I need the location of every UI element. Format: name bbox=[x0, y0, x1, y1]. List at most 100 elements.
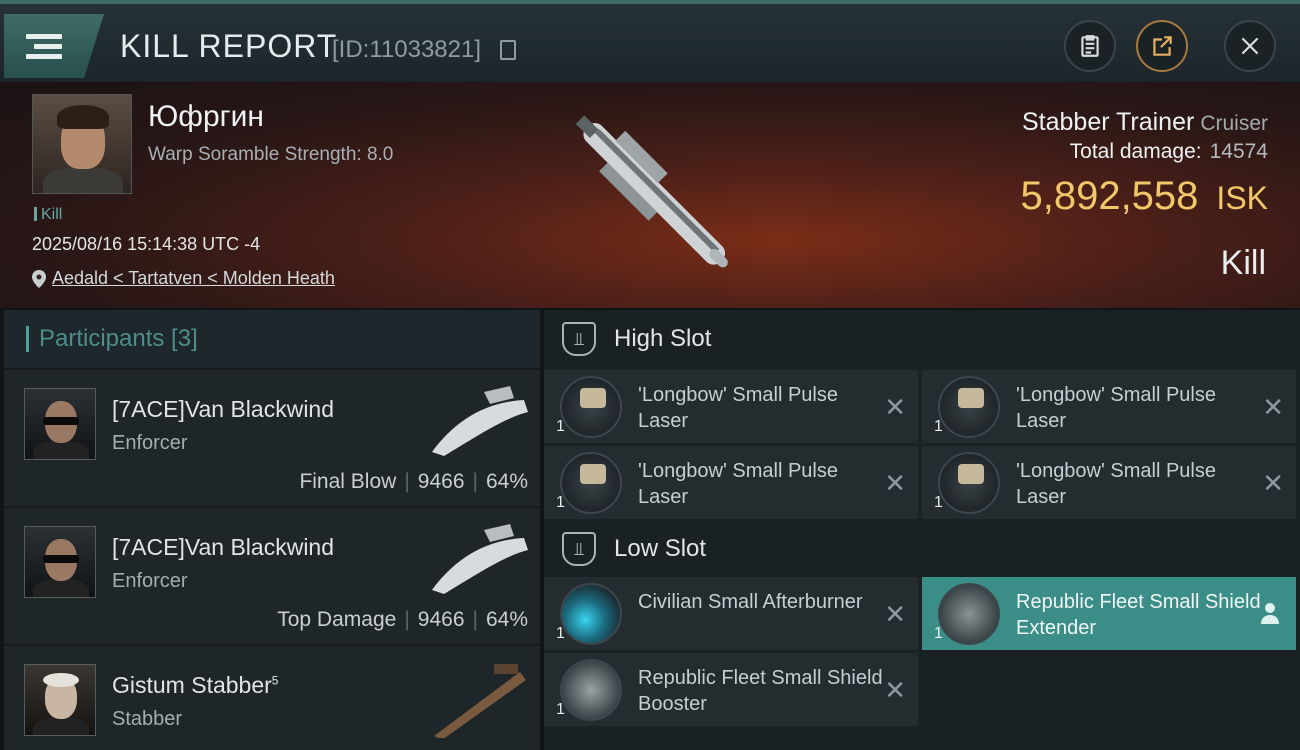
module-quantity: 1 bbox=[556, 701, 565, 718]
participant-ship: Enforcer bbox=[112, 432, 188, 454]
menu-button[interactable] bbox=[4, 14, 104, 78]
low-slot-icon: ⫫ bbox=[562, 532, 596, 566]
close-button[interactable] bbox=[1224, 20, 1276, 72]
report-id: [ID:11033821] bbox=[332, 36, 482, 63]
module-name: 'Longbow' Small Pulse Laser bbox=[1016, 460, 1216, 508]
participant-damage: 9466 bbox=[417, 608, 465, 631]
dropped-by-user-icon[interactable] bbox=[1260, 601, 1280, 625]
participant-label: Final Blow bbox=[299, 470, 397, 493]
isk-currency: ISK bbox=[1216, 180, 1268, 216]
low-slot-header: ⫫ Low Slot bbox=[544, 520, 1300, 578]
participant-row[interactable]: [7ACE]Van Blackwind Enforcer Final Blow |… bbox=[4, 370, 540, 506]
participant-row[interactable]: [7ACE]Van Blackwind Enforcer Top Damage |… bbox=[4, 508, 540, 644]
module-quantity: 1 bbox=[934, 494, 943, 511]
module-item[interactable]: 1 Civilian Small Afterburner ✕ bbox=[544, 577, 918, 650]
clipboard-button[interactable] bbox=[1064, 20, 1116, 72]
fitting-panel: ⫫ High Slot 1 'Longbow' Small Pulse Lase… bbox=[544, 310, 1300, 750]
participant-name: Gistum Stabber5 bbox=[112, 672, 278, 699]
participant-percent: 64% bbox=[485, 608, 528, 631]
copy-icon[interactable] bbox=[500, 40, 516, 60]
module-quantity: 1 bbox=[934, 418, 943, 435]
module-quantity: 1 bbox=[934, 625, 943, 642]
participant-row[interactable]: Gistum Stabber5 Stabber bbox=[4, 646, 540, 750]
victim-portrait[interactable] bbox=[32, 94, 132, 194]
isk-amount: 5,892,558 bbox=[1020, 174, 1199, 218]
location-link[interactable]: Aedald < Tartatven < Molden Heath bbox=[52, 268, 335, 289]
high-slot-icon: ⫫ bbox=[562, 322, 596, 356]
avatar bbox=[24, 664, 96, 736]
participant-stats: Final Blow | 9466 | 64% bbox=[299, 470, 528, 493]
victim-ship-image bbox=[575, 115, 728, 268]
victim-name[interactable]: Юфргин bbox=[148, 100, 264, 134]
menu-icon bbox=[26, 29, 62, 64]
ship-name-text: Stabber Trainer bbox=[1021, 108, 1195, 136]
module-name: 'Longbow' Small Pulse Laser bbox=[1016, 384, 1216, 432]
participant-stats: Top Damage | 9466 | 64% bbox=[277, 608, 528, 631]
pulse-laser-icon bbox=[560, 452, 622, 514]
module-quantity: 1 bbox=[556, 418, 565, 435]
afterburner-icon bbox=[560, 583, 622, 645]
pulse-laser-icon bbox=[938, 376, 1000, 438]
module-name: 'Longbow' Small Pulse Laser bbox=[638, 384, 838, 432]
low-slot-title: Low Slot bbox=[614, 535, 707, 562]
module-item[interactable]: 1 'Longbow' Small Pulse Laser ✕ bbox=[922, 370, 1296, 443]
participants-header[interactable]: Participants [3] bbox=[4, 310, 540, 368]
participant-ship-image bbox=[432, 524, 528, 594]
share-icon bbox=[1153, 36, 1172, 56]
module-item[interactable]: 1 Republic Fleet Small Shield Booster ✕ bbox=[544, 653, 918, 726]
participant-name-text: Gistum Stabber bbox=[112, 672, 272, 698]
participants-panel: Participants [3] [7ACE]Van Blackwind Enf… bbox=[4, 310, 540, 750]
participant-name: [7ACE]Van Blackwind bbox=[112, 396, 335, 422]
warp-scramble-strength: Warp Soramble Strength: 8.0 bbox=[148, 144, 394, 165]
module-item[interactable]: 1 Republic Fleet Small Shield Extender bbox=[922, 577, 1296, 650]
participant-damage: 9466 bbox=[417, 470, 465, 493]
destroyed-icon: ✕ bbox=[884, 599, 906, 629]
participant-percent: 64% bbox=[485, 470, 528, 493]
participant-ship: Stabber bbox=[112, 708, 183, 730]
participant-label: Top Damage bbox=[277, 608, 397, 631]
shield-extender-icon bbox=[938, 583, 1000, 645]
module-name: 'Longbow' Small Pulse Laser bbox=[638, 460, 838, 508]
destroyed-icon: ✕ bbox=[1262, 392, 1284, 422]
module-name: Civilian Small Afterburner bbox=[638, 591, 863, 613]
high-slot-title: High Slot bbox=[614, 325, 712, 352]
avatar bbox=[24, 388, 96, 460]
avatar bbox=[24, 526, 96, 598]
destroyed-icon: ✕ bbox=[884, 675, 906, 705]
module-item[interactable]: 1 'Longbow' Small Pulse Laser ✕ bbox=[544, 370, 918, 443]
destroyed-icon: ✕ bbox=[884, 468, 906, 498]
module-item[interactable]: 1 'Longbow' Small Pulse Laser ✕ bbox=[922, 446, 1296, 519]
header-bar: KILL REPORT [ID:11033821] bbox=[0, 0, 1300, 82]
kill-banner: Юфргин Warp Soramble Strength: 8.0 Kill … bbox=[0, 82, 1300, 308]
kill-datetime: 2025/08/16 15:14:38 UTC -4 bbox=[32, 234, 261, 254]
destroyed-icon: ✕ bbox=[1262, 468, 1284, 498]
shield-booster-icon bbox=[560, 659, 622, 721]
kill-location[interactable]: Aedald < Tartatven < Molden Heath bbox=[32, 268, 335, 289]
isk-value: 5,892,558 ISK bbox=[1020, 174, 1268, 219]
ship-class: Cruiser bbox=[1200, 112, 1268, 135]
result-label: Kill bbox=[1220, 244, 1266, 282]
participant-name: [7ACE]Van Blackwind bbox=[112, 534, 335, 560]
high-slot-header: ⫫ High Slot bbox=[544, 310, 1300, 368]
participant-ship: Enforcer bbox=[112, 570, 188, 592]
destroyed-icon: ✕ bbox=[884, 392, 906, 422]
participant-ship-image bbox=[434, 664, 526, 738]
total-damage: Total damage: 14574 bbox=[1070, 140, 1268, 164]
kill-tag: Kill bbox=[34, 206, 62, 224]
total-damage-value: 14574 bbox=[1209, 140, 1268, 163]
ship-name[interactable]: Stabber Trainer Cruiser bbox=[1022, 108, 1268, 137]
pulse-laser-icon bbox=[560, 376, 622, 438]
participant-ship-image bbox=[432, 386, 528, 456]
close-icon bbox=[1241, 37, 1259, 55]
module-name: Republic Fleet Small Shield Booster bbox=[638, 667, 883, 715]
module-quantity: 1 bbox=[556, 625, 565, 642]
location-pin-icon bbox=[32, 269, 46, 288]
total-damage-label: Total damage: bbox=[1069, 140, 1202, 163]
clipboard-icon bbox=[1081, 35, 1099, 57]
pulse-laser-icon bbox=[938, 452, 1000, 514]
module-quantity: 1 bbox=[556, 494, 565, 511]
participant-name-sup: 5 bbox=[271, 673, 279, 688]
page-title: KILL REPORT bbox=[120, 28, 338, 64]
module-item[interactable]: 1 'Longbow' Small Pulse Laser ✕ bbox=[544, 446, 918, 519]
share-button[interactable] bbox=[1136, 20, 1188, 72]
